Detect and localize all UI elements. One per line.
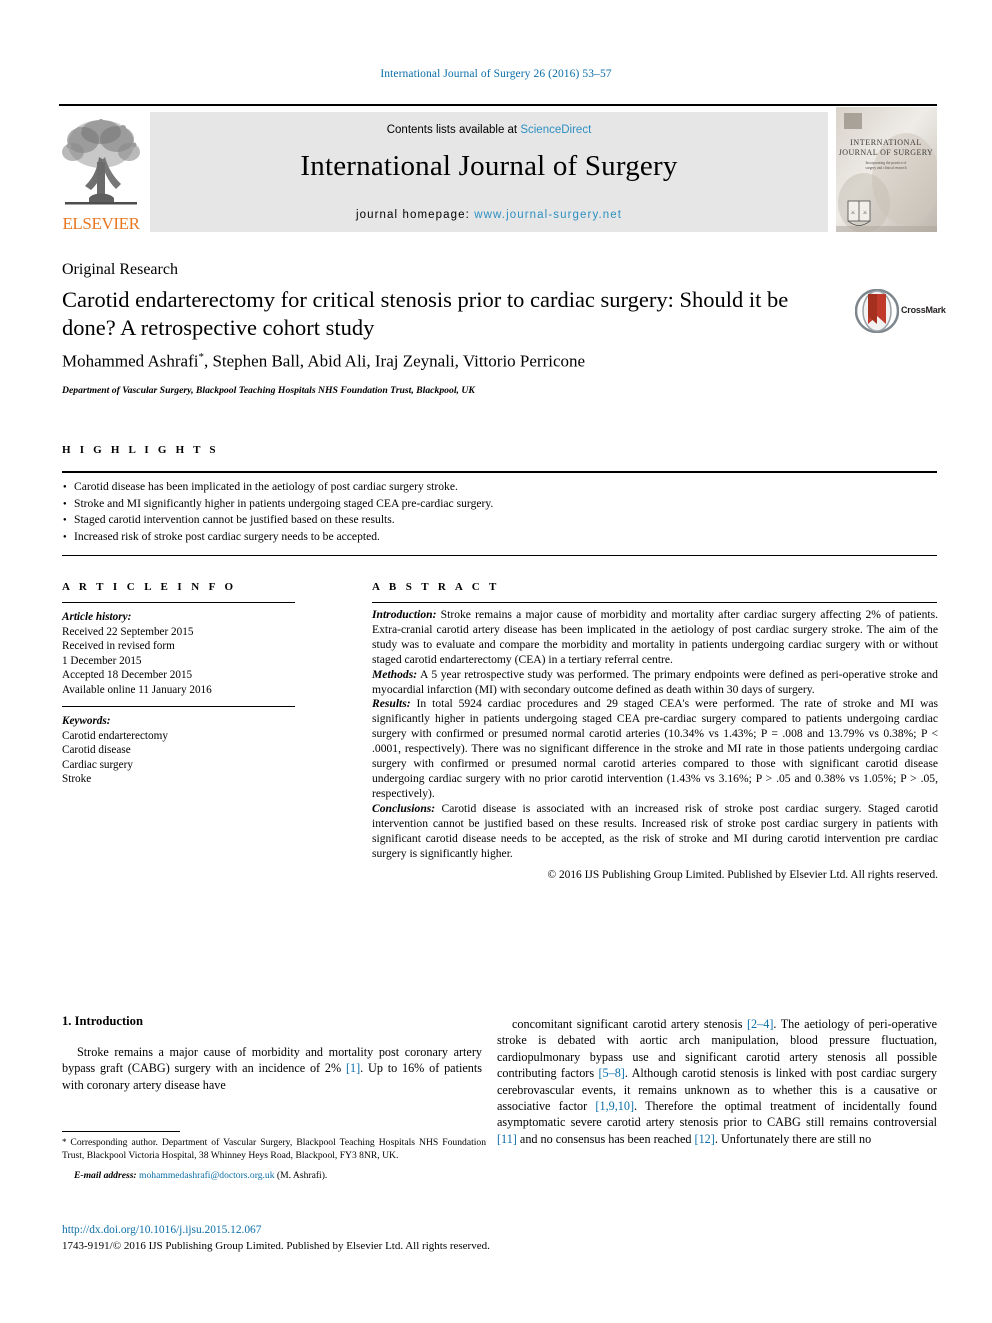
abstract-heading: A B S T R A C T <box>372 581 500 593</box>
abstract-body: Introduction: Stroke remains a major cau… <box>372 608 938 883</box>
abstract-section-label: Conclusions: <box>372 801 436 815</box>
article-type: Original Research <box>62 261 178 278</box>
abstract-section-label: Methods: <box>372 667 418 681</box>
abstract-section: Conclusions: Carotid disease is associat… <box>372 802 938 862</box>
masthead-band: Contents lists available at ScienceDirec… <box>150 112 828 232</box>
abstract-section-label: Introduction: <box>372 608 437 621</box>
running-head: International Journal of Surgery 26 (201… <box>380 68 612 80</box>
journal-homepage-line: journal homepage: www.journal-surgery.ne… <box>150 209 828 221</box>
citation-ref[interactable]: [2–4] <box>747 1017 773 1031</box>
paragraph-part: and no consensus has been reached <box>516 1131 695 1146</box>
keyword-item: Carotid endarterectomy <box>62 729 168 742</box>
paragraph: Stroke remains a major cause of morbidit… <box>62 1044 482 1093</box>
keywords-label: Keywords: <box>62 715 111 727</box>
abstract-copyright: © 2016 IJS Publishing Group Limited. Pub… <box>547 869 938 882</box>
citation-ref[interactable]: [1] <box>346 1061 360 1075</box>
article-history-label: Article history: <box>62 611 132 623</box>
homepage-prefix: journal homepage: <box>355 209 475 221</box>
citation-ref[interactable]: [1,9,10] <box>595 1099 634 1113</box>
divider <box>372 602 937 603</box>
list-item: Stroke and MI significantly higher in pa… <box>62 496 937 513</box>
abstract-section-text: Stroke remains a major cause of morbidit… <box>372 608 938 666</box>
divider <box>62 602 295 603</box>
history-line: Received in revised form <box>62 640 175 653</box>
section-heading-introduction: 1. Introduction <box>62 1014 143 1028</box>
keyword-item: Carotid disease <box>62 744 131 757</box>
divider <box>62 1131 180 1132</box>
list-item: Carotid disease has been implicated in t… <box>62 479 937 496</box>
citation-ref[interactable]: [12] <box>695 1132 715 1146</box>
body-column-left: Stroke remains a major cause of morbidit… <box>62 1044 482 1093</box>
abstract-section: Results: In total 5924 cardiac procedure… <box>372 697 938 801</box>
keyword-item: Cardiac surgery <box>62 758 133 771</box>
email-link[interactable]: mohammedashrafi@doctors.org.uk <box>139 1170 274 1181</box>
abstract-section-text: In total 5924 cardiac procedures and 29 … <box>372 697 938 800</box>
highlights-list: Carotid disease has been implicated in t… <box>62 471 937 556</box>
paper-page: International Journal of Surgery 26 (201… <box>0 0 992 1323</box>
author-corresponding: Mohammed Ashrafi <box>62 351 199 371</box>
affiliation: Department of Vascular Surgery, Blackpoo… <box>62 385 475 396</box>
page-title: Carotid endarterectomy for critical sten… <box>62 287 789 340</box>
elsevier-wordmark: ELSEVIER <box>62 214 140 233</box>
svg-text:Incorporating the practice of: Incorporating the practice of <box>865 161 907 165</box>
doi-link[interactable]: http://dx.doi.org/10.1016/j.ijsu.2015.12… <box>62 1224 261 1236</box>
paragraph-part: . Unfortunately there are still no <box>714 1131 872 1146</box>
corresponding-author-note: * Corresponding author. Department of Va… <box>62 1136 486 1163</box>
crossmark-label: CrossMark <box>901 305 946 315</box>
journal-title: International Journal of Surgery <box>300 150 678 182</box>
article-info-heading: A R T I C L E I N F O <box>62 581 237 593</box>
journal-masthead: ELSEVIER Contents lists available at Sci… <box>59 104 937 232</box>
crossmark-icon <box>854 288 900 334</box>
svg-text:surgery and clinical research: surgery and clinical research <box>865 166 906 170</box>
svg-text:INTERNATIONAL: INTERNATIONAL <box>850 138 922 147</box>
svg-text:⚔: ⚔ <box>851 210 855 216</box>
keywords-block: Keywords: Carotid endarterectomy Carotid… <box>62 714 302 787</box>
citation-ref[interactable]: [5–8] <box>598 1066 624 1080</box>
abstract-section-text: Carotid disease is associated with an in… <box>372 801 938 860</box>
abstract-section: Methods: A 5 year retrospective study wa… <box>372 668 938 698</box>
paragraph-part: concomitant significant carotid artery s… <box>512 1017 747 1031</box>
author-list: Mohammed Ashrafi*, Stephen Ball, Abid Al… <box>62 351 862 372</box>
svg-text:⚔: ⚔ <box>863 210 867 216</box>
journal-cover-image: INTERNATIONAL JOURNAL OF SURGERY Incorpo… <box>836 107 937 232</box>
contents-lists-line: Contents lists available at ScienceDirec… <box>150 124 828 136</box>
body-column-right: concomitant significant carotid artery s… <box>497 1016 937 1147</box>
list-item: Staged carotid intervention cannot be ju… <box>62 512 937 529</box>
keyword-item: Stroke <box>62 773 92 786</box>
paragraph: concomitant significant carotid artery s… <box>497 1016 937 1147</box>
issn-copyright-line: 1743-9191/© 2016 IJS Publishing Group Li… <box>62 1240 490 1252</box>
abstract-section-text: A 5 year retrospective study was perform… <box>372 667 938 696</box>
elsevier-tree-icon <box>62 119 140 205</box>
history-line: Received 22 September 2015 <box>62 625 194 638</box>
email-label: E-mail address: <box>74 1169 137 1181</box>
journal-cover-thumbnail: INTERNATIONAL JOURNAL OF SURGERY Incorpo… <box>836 107 937 232</box>
abstract-section: Introduction: Stroke remains a major cau… <box>372 608 938 668</box>
list-item: Increased risk of stroke post cardiac su… <box>62 529 937 546</box>
highlights-heading: H I G H L I G H T S <box>62 444 219 456</box>
abstract-section-label: Results: <box>372 697 411 711</box>
author-rest: , Stephen Ball, Abid Ali, Iraj Zeynali, … <box>203 351 586 371</box>
elsevier-logo: ELSEVIER <box>59 112 143 232</box>
email-suffix: (M. Ashrafi). <box>274 1169 328 1181</box>
corresponding-author-text: Corresponding author. Department of Vasc… <box>62 1137 486 1161</box>
history-line: 1 December 2015 <box>62 654 142 667</box>
sciencedirect-link[interactable]: ScienceDirect <box>520 124 591 136</box>
footnote-block: * Corresponding author. Department of Va… <box>62 1136 486 1182</box>
citation-ref[interactable]: [11] <box>497 1132 517 1146</box>
divider <box>62 706 295 707</box>
email-note: E-mail address: mohammedashrafi@doctors.… <box>62 1170 486 1183</box>
journal-homepage-link[interactable]: www.journal-surgery.net <box>474 209 622 221</box>
history-line: Accepted 18 December 2015 <box>62 669 193 682</box>
history-line: Available online 11 January 2016 <box>62 683 212 696</box>
crossmark-badge[interactable]: CrossMark <box>854 288 946 335</box>
contents-prefix: Contents lists available at <box>386 124 521 136</box>
svg-text:JOURNAL OF SURGERY: JOURNAL OF SURGERY <box>839 148 933 157</box>
article-history: Article history: Received 22 September 2… <box>62 610 302 698</box>
